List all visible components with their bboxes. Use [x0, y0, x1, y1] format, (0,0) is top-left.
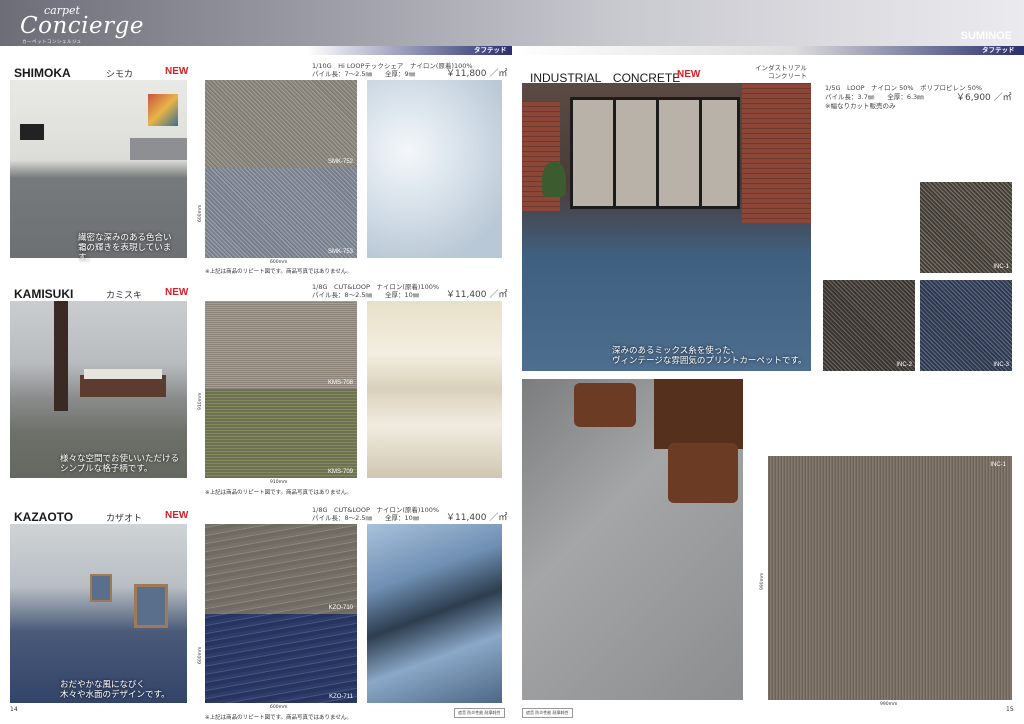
page-header: carpet Concierge カーペットコンシェルジュ SUMINOE [0, 0, 1024, 46]
note-smk: ※上記は商品のリピート図です。商品写真ではありません。 [205, 269, 352, 275]
spec-kazaoto-line1: 1/8G CUT&LOOP ナイロン(原着)100% [312, 506, 440, 514]
price-kamisuki: ￥11,400 ／㎡ [446, 290, 508, 300]
chair-1 [134, 584, 168, 628]
swatch-inc-3: INC-3 [920, 280, 1012, 371]
plant [542, 161, 566, 197]
new-badge-kamisuki: NEW [165, 287, 189, 298]
spec-kamisuki-line1: 1/8G CUT&LOOP ナイロン(原着)100% [312, 283, 440, 291]
sofa [130, 138, 187, 160]
swatch-inc-1-large: INC-1 [768, 456, 1012, 700]
spec-industrial-line2: パイル長：3.7㎜ 全厚：6.3㎜ [825, 93, 924, 101]
spec-industrial-note: ※幅なりカット販売のみ [825, 102, 896, 110]
price-kazaoto: ￥11,400 ／㎡ [446, 513, 508, 523]
caption-industrial-line2: ヴィンテージな雰囲気のプリントカーペットです。 [612, 356, 807, 366]
left-category-label: タフテッド [474, 46, 507, 54]
bed-linen [84, 369, 162, 379]
caption-kazaoto-line2: 木々や水面のデザインです。 [60, 690, 170, 700]
caption-shimoka-line2: 霜の輝きを表現しています。 [78, 243, 172, 263]
code-inc-1-small: INC-1 [993, 264, 1009, 270]
page-number-left: 14 [10, 706, 18, 713]
swatch-kzo-711: KZO-711 [205, 614, 357, 703]
brick-wall-right [742, 83, 811, 223]
price-industrial: ￥6,900 ／㎡ [956, 93, 1012, 103]
product-name-shimoka: SHIMOKA [14, 66, 71, 80]
swatch-inc-1: INC-1 [920, 182, 1012, 273]
code-kzo-711: KZO-711 [329, 694, 353, 700]
spec-kamisuki-line2: パイル長：8～2.5㎜ 全厚：10㎜ [312, 291, 420, 299]
product-kana-kamisuki: カミスキ [106, 291, 143, 301]
stool-2 [668, 443, 738, 503]
dim-width-inc: 990mm [880, 702, 898, 707]
note-kms: ※上記は商品のリピート図です。商品写真ではありません。 [205, 490, 352, 496]
room-photo-kamisuki: 様々な空間でお使いいただける シンプルな格子柄です。 [10, 301, 187, 478]
swatch-kzo-710: KZO-710 [205, 524, 357, 614]
code-smk-752: SMK-752 [327, 159, 353, 165]
new-badge-industrial: NEW [677, 69, 701, 80]
wall-art [148, 94, 178, 126]
logo-subtitle: カーペットコンシェルジュ [22, 40, 82, 45]
fireplace [20, 124, 44, 140]
swatch-kms-708: KMS-708 [205, 301, 357, 389]
logo-concierge: Concierge [20, 13, 144, 39]
swatch-smk-752: SMK-752 [205, 80, 357, 168]
caption-kamisuki-line2: シンプルな格子柄です。 [60, 464, 153, 474]
dim-height-kms: 910mm [198, 392, 203, 410]
price-shimoka: ￥11,800 ／㎡ [446, 69, 508, 79]
window-wall [570, 97, 740, 209]
dim-width-kzo: 600mm [270, 705, 288, 710]
room-photo-shimoka: 繊密な深みのある色合いで、 霜の輝きを表現しています。 [10, 80, 187, 263]
performance-box-right: 遮音 防炎性能 耐摩耗性 [522, 708, 573, 718]
code-inc-2: INC-2 [896, 362, 912, 368]
dim-width-kms: 910mm [270, 480, 288, 485]
caption-kamisuki-line1: 様々な空間でお使いいただける [60, 454, 180, 464]
code-smk-753: SMK-753 [327, 249, 353, 255]
product-kana-shimoka: シモカ [106, 70, 134, 80]
note-kzo: ※上記は商品のリピート図です。商品写真ではありません。 [205, 715, 352, 721]
desk [654, 379, 743, 449]
left-category-band [0, 46, 512, 55]
inspiration-photo-paper [367, 301, 502, 478]
spec-shimoka-line2: パイル長：7～2.5㎜ 全厚：9㎜ [312, 70, 416, 78]
spec-kazaoto-line2: パイル長：8～2.5㎜ 全厚：10㎜ [312, 514, 420, 522]
code-kms-709: KMS-709 [327, 469, 353, 475]
right-category-label: タフテッド [982, 46, 1015, 54]
performance-box-left: 遮音 防炎性能 耐摩耗性 [454, 708, 505, 718]
page-number-right: 15 [1006, 706, 1014, 713]
product-name-kamisuki: KAMISUKI [14, 287, 74, 301]
caption-industrial-line1: 深みのあるミックス糸を使った、 [612, 346, 740, 356]
swatch-inc-2: INC-2 [823, 280, 915, 371]
inspiration-photo-snow [367, 80, 502, 258]
right-category-band [512, 46, 1024, 55]
inspiration-photo-water [367, 524, 502, 703]
code-kms-708: KMS-708 [327, 380, 353, 386]
caption-kazaoto-line1: おだやかな風になびく [60, 680, 146, 690]
brand-name: SUMINOE [960, 30, 1012, 42]
kana-industrial-line1: インダストリアル [755, 64, 807, 72]
room-photo-kazaoto: おだやかな風になびく 木々や水面のデザインです。 [10, 524, 187, 703]
product-kana-kazaoto: カザオト [106, 514, 143, 524]
dim-height-inc: 990mm [760, 572, 765, 590]
swatch-kms-709: KMS-709 [205, 389, 357, 478]
dim-width-smk: 600mm [270, 260, 288, 265]
kana-industrial-line2: コンクリート [768, 72, 807, 80]
stool-photo [522, 379, 743, 700]
code-inc-1-large: INC-1 [990, 462, 1006, 468]
product-name-kazaoto: KAZAOTO [14, 510, 74, 524]
stool-1 [574, 383, 636, 427]
code-kzo-710: KZO-710 [328, 605, 353, 611]
chair-2 [90, 574, 112, 602]
room-photo-industrial: 深みのあるミックス糸を使った、 ヴィンテージな雰囲気のプリントカーペットです。 [522, 83, 811, 371]
code-inc-3: INC-3 [993, 362, 1009, 368]
dim-height-kzo: 600mm [198, 646, 203, 664]
new-badge-shimoka: NEW [165, 66, 189, 77]
swatch-smk-753: SMK-753 [205, 168, 357, 258]
pillar [54, 301, 68, 411]
dim-height-smk: 600mm [198, 204, 203, 222]
new-badge-kazaoto: NEW [165, 510, 189, 521]
